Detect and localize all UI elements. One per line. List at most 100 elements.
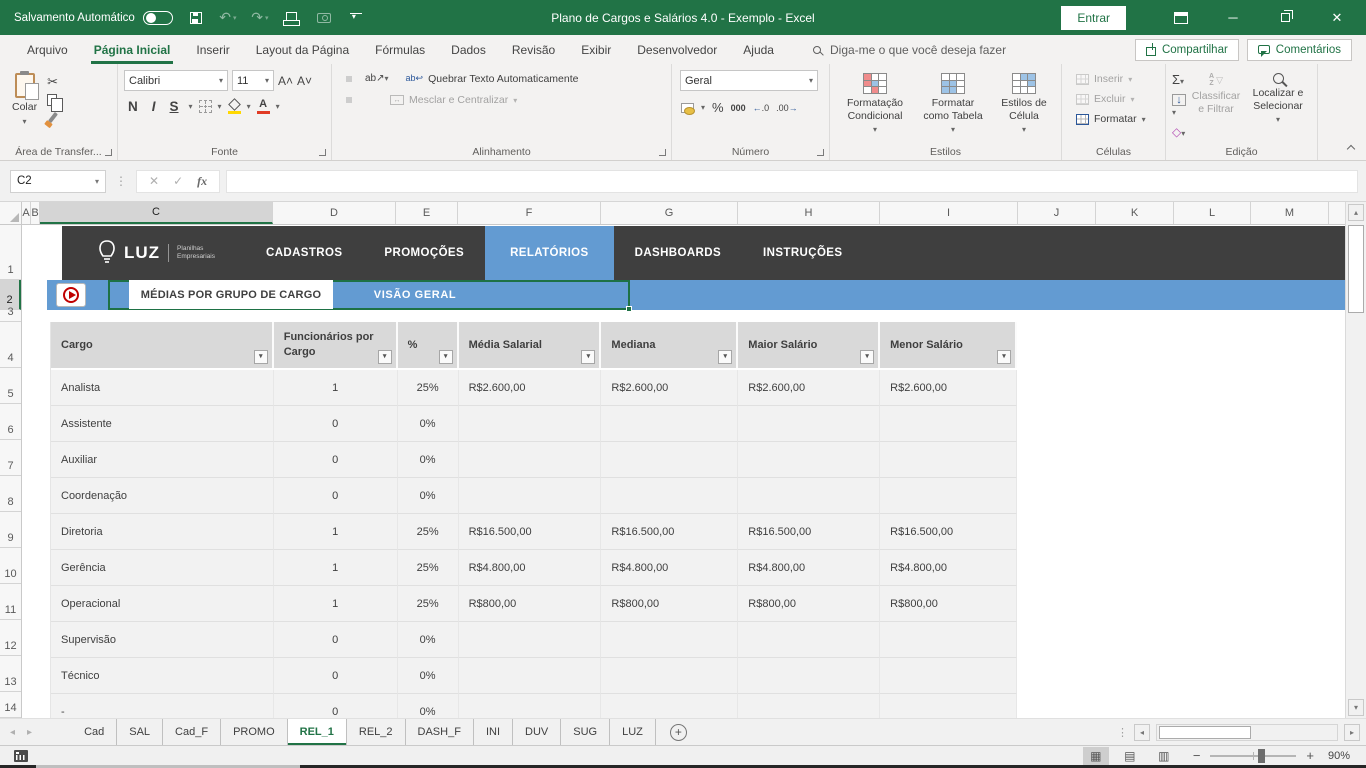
table-cell[interactable] xyxy=(601,622,738,658)
customize-quick-access-button[interactable] xyxy=(347,8,365,28)
table-cell[interactable]: R$2.600,00 xyxy=(459,370,602,406)
column-header-e[interactable]: E xyxy=(396,202,458,224)
navbar-item-cadastros[interactable]: CADASTROS xyxy=(245,226,363,280)
table-cell[interactable]: 25% xyxy=(398,586,459,622)
table-cell[interactable] xyxy=(880,406,1017,442)
clipboard-dialog-launcher-icon[interactable] xyxy=(105,149,112,156)
chevron-down-icon[interactable]: ▾ xyxy=(701,103,705,112)
table-cell[interactable]: 1 xyxy=(274,514,398,550)
cell-styles-button[interactable]: Estilos de Célula ▾ xyxy=(992,70,1056,144)
table-cell[interactable]: R$800,00 xyxy=(459,586,602,622)
navbar-item-dashboards[interactable]: DASHBOARDS xyxy=(614,226,742,280)
sheet-tab-rel-2[interactable]: REL_2 xyxy=(347,719,406,745)
formula-input[interactable] xyxy=(226,170,1358,193)
macro-record-icon[interactable] xyxy=(14,750,28,762)
row-header-11[interactable]: 11 xyxy=(0,584,21,620)
table-cell[interactable] xyxy=(601,694,738,718)
table-cell[interactable]: R$2.600,00 xyxy=(601,370,738,406)
row-header-6[interactable]: 6 xyxy=(0,404,21,440)
table-cell[interactable]: R$16.500,00 xyxy=(738,514,880,550)
zoom-slider[interactable] xyxy=(1210,755,1296,757)
increase-font-button[interactable]: A˄ xyxy=(278,74,293,88)
ribbon-tab-ajuda[interactable]: Ajuda xyxy=(730,35,787,64)
table-cell[interactable] xyxy=(601,658,738,694)
toggle-switch-icon[interactable] xyxy=(143,11,173,25)
sheet-tab-cad-f[interactable]: Cad_F xyxy=(163,719,221,745)
ribbon-tab-f-rmulas[interactable]: Fórmulas xyxy=(362,35,438,64)
cancel-formula-icon[interactable]: ✕ xyxy=(149,174,159,188)
row-header-7[interactable]: 7 xyxy=(0,440,21,476)
table-cell[interactable]: R$16.500,00 xyxy=(459,514,602,550)
table-cell[interactable]: R$800,00 xyxy=(880,586,1017,622)
scroll-left-icon[interactable]: ◂ xyxy=(1134,724,1150,741)
zoom-level[interactable]: 90% xyxy=(1322,750,1350,762)
bold-button[interactable]: N xyxy=(124,99,142,114)
paste-button[interactable]: Colar ▾ xyxy=(6,70,43,129)
insert-function-icon[interactable]: fx xyxy=(197,174,207,189)
ribbon-tab-inserir[interactable]: Inserir xyxy=(183,35,242,64)
column-header-b[interactable]: B xyxy=(31,202,40,224)
column-header-l[interactable]: L xyxy=(1174,202,1251,224)
row-header-13[interactable]: 13 xyxy=(0,656,21,692)
ribbon-display-options-button[interactable] xyxy=(1158,0,1204,35)
table-cell[interactable]: 0 xyxy=(274,658,398,694)
sheet-tab-luz[interactable]: LUZ xyxy=(610,719,656,745)
table-cell[interactable] xyxy=(880,478,1017,514)
minimize-button[interactable]: ─ xyxy=(1210,0,1256,35)
table-cell[interactable]: 0% xyxy=(398,658,459,694)
alignment-dialog-launcher-icon[interactable] xyxy=(659,149,666,156)
table-cell[interactable] xyxy=(738,622,880,658)
sheet-tab-rel-1[interactable]: REL_1 xyxy=(288,719,347,745)
align-left-button[interactable] xyxy=(338,97,344,103)
table-cell[interactable]: Técnico xyxy=(51,658,274,694)
comma-style-button[interactable]: 000 xyxy=(731,103,746,113)
filter-button[interactable]: ▾ xyxy=(378,350,392,364)
table-cell[interactable]: R$800,00 xyxy=(601,586,738,622)
column-header-m[interactable]: M xyxy=(1251,202,1329,224)
chevron-down-icon[interactable]: ▾ xyxy=(276,102,280,111)
column-header-k[interactable]: K xyxy=(1096,202,1174,224)
table-cell[interactable] xyxy=(880,694,1017,718)
fill-color-button[interactable] xyxy=(228,99,241,114)
filter-button[interactable]: ▾ xyxy=(718,350,732,364)
sheet-tab-promo[interactable]: PROMO xyxy=(221,719,288,745)
table-cell[interactable]: 1 xyxy=(274,550,398,586)
ribbon-tab-revis-o[interactable]: Revisão xyxy=(499,35,568,64)
table-cell[interactable]: 25% xyxy=(398,370,459,406)
row-header-10[interactable]: 10 xyxy=(0,548,21,584)
ribbon-tab-exibir[interactable]: Exibir xyxy=(568,35,624,64)
tell-me-search[interactable]: Diga-me o que você deseja fazer xyxy=(813,43,1006,57)
sheet-tab-duv[interactable]: DUV xyxy=(513,719,561,745)
table-cell[interactable]: 0 xyxy=(274,622,398,658)
ribbon-tab-dados[interactable]: Dados xyxy=(438,35,499,64)
table-cell[interactable] xyxy=(880,622,1017,658)
table-cell[interactable]: R$4.800,00 xyxy=(459,550,602,586)
new-sheet-button[interactable]: + xyxy=(670,719,687,745)
table-cell[interactable] xyxy=(738,442,880,478)
chevron-down-icon[interactable]: ▾ xyxy=(218,102,222,111)
navbar-item-promo-es[interactable]: PROMOÇÕES xyxy=(363,226,485,280)
filter-button[interactable]: ▾ xyxy=(581,350,595,364)
decrease-indent-button[interactable] xyxy=(362,97,368,103)
column-header-j[interactable]: J xyxy=(1018,202,1096,224)
format-painter-icon[interactable] xyxy=(48,112,58,123)
increase-indent-button[interactable] xyxy=(370,97,376,103)
align-top-button[interactable] xyxy=(338,76,344,82)
table-cell[interactable]: 1 xyxy=(274,586,398,622)
conditional-formatting-button[interactable]: Formatação Condicional ▾ xyxy=(836,70,914,144)
share-button[interactable]: Compartilhar xyxy=(1135,39,1239,61)
sign-in-button[interactable]: Entrar xyxy=(1061,6,1126,30)
filter-button[interactable]: ▾ xyxy=(439,350,453,364)
table-cell[interactable]: - xyxy=(51,694,274,718)
table-cell[interactable] xyxy=(459,442,602,478)
table-cell[interactable]: Auxiliar xyxy=(51,442,274,478)
undo-button[interactable]: ↶▾ xyxy=(219,8,237,28)
row-header-9[interactable]: 9 xyxy=(0,512,21,548)
subnav-tab-medias[interactable]: MÉDIAS POR GRUPO DE CARGO xyxy=(129,280,333,309)
font-color-button[interactable]: A xyxy=(257,98,270,114)
collapse-ribbon-button[interactable] xyxy=(1348,146,1356,154)
table-cell[interactable] xyxy=(880,658,1017,694)
normal-view-button[interactable]: ▦ xyxy=(1083,747,1109,765)
navbar-item-instru-es[interactable]: INSTRUÇÕES xyxy=(742,226,863,280)
autosave-toggle[interactable]: Salvamento Automático xyxy=(14,11,173,25)
